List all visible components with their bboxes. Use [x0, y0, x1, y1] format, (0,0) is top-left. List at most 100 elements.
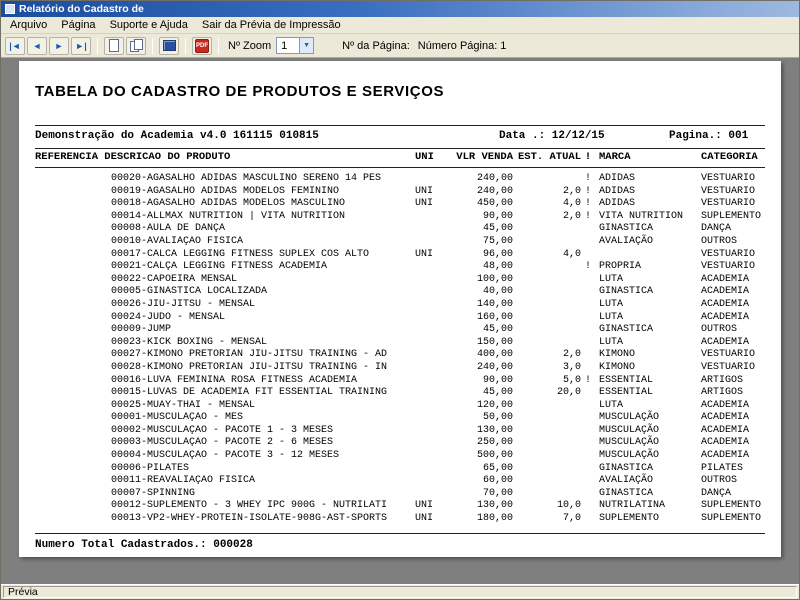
- cell-vlr-venda: 500,00: [476, 450, 513, 462]
- cell-descricao: 00014-ALLMAX NUTRITION | VITA NUTRITION: [111, 210, 346, 222]
- menu-arquivo[interactable]: Arquivo: [3, 18, 54, 32]
- table-row: 00021-CALÇA LEGGING FITNESS ACADEMIA 48,…: [35, 261, 765, 274]
- export-pdf-button[interactable]: PDF: [192, 36, 212, 55]
- cell-est-atual: [513, 324, 581, 337]
- cell-descricao: 00005-GINÁSTICA LOCALIZADA: [111, 286, 268, 298]
- menu-pagina[interactable]: Página: [54, 18, 102, 32]
- cell-est-atual: [513, 261, 581, 274]
- menu-bar: Arquivo Página Suporte e Ajuda Sair da P…: [1, 17, 799, 34]
- next-page-button[interactable]: ►: [49, 36, 69, 55]
- previous-page-button[interactable]: ◄: [27, 36, 47, 55]
- cell-descricao: 00011-REAVALIAÇÃO FISICA: [111, 475, 256, 487]
- cell-flag: [581, 223, 595, 236]
- cell-vlr-venda: 150,00: [476, 336, 513, 348]
- cell-flag: !: [584, 185, 591, 197]
- cell-flag: [581, 362, 595, 375]
- cell-marca: AVALIAÇÃO: [599, 235, 654, 247]
- cell-marca: ESSENTIAL: [599, 374, 654, 386]
- cell-flag: [581, 488, 595, 501]
- cell-descricao: 00022-CAPOEIRA MENSAL: [111, 273, 238, 285]
- last-page-button[interactable]: ►|: [71, 36, 91, 55]
- cell-uni: [415, 362, 449, 375]
- cell-vlr-venda: 250,00: [476, 437, 513, 449]
- chevron-down-icon[interactable]: ▼: [299, 38, 314, 53]
- cell-est-atual: [513, 425, 581, 438]
- print-button[interactable]: [159, 36, 179, 55]
- cell-flag: !: [584, 198, 591, 210]
- pdf-icon: PDF: [195, 38, 209, 53]
- cell-vlr-venda: 100,00: [476, 273, 513, 285]
- cell-categoria: ACADEMIA: [701, 298, 750, 310]
- cell-flag: [581, 274, 595, 287]
- cell-marca: MUSCULAÇÃO: [599, 437, 660, 449]
- divider: [35, 532, 765, 534]
- cell-marca: GINASTICA: [599, 286, 654, 298]
- cell-est-atual: [513, 437, 581, 450]
- cell-flag: [581, 236, 595, 249]
- column-header-flag: !: [584, 151, 592, 163]
- cell-est-atual: [513, 463, 581, 476]
- cell-categoria: ACADEMIA: [701, 286, 750, 298]
- single-page-view-button[interactable]: [104, 36, 124, 55]
- cell-descricao: 00025-MUAY-THAI - MENSAL: [111, 399, 256, 411]
- cell-uni: UNI: [415, 500, 434, 512]
- cell-categoria: VESTUARIO: [701, 173, 756, 184]
- cell-est-atual: [513, 286, 581, 299]
- table-row: 00028-KIMONO PRETORIAN JIU-JÍTSU TRAININ…: [35, 362, 765, 375]
- table-row: 00027-KIMONO PRETORIAN JIU-JÍTSU TRAININ…: [35, 349, 765, 362]
- cell-uni: [415, 236, 449, 249]
- menu-sair-da-previa[interactable]: Sair da Prévia de Impressão: [195, 18, 348, 32]
- cell-descricao: 00016-LUVA FEMININA ROSA FITNESS ACADEMI…: [111, 374, 358, 386]
- cell-descricao: 00028-KIMONO PRETORIAN JIU-JÍTSU TRAININ…: [111, 361, 388, 373]
- cell-uni: UNI: [415, 248, 434, 260]
- first-page-button[interactable]: |◄: [5, 36, 25, 55]
- cell-flag: [581, 500, 595, 513]
- table-row: 00020-AGASALHO ADIDAS MASCULINO SERENO 1…: [35, 173, 765, 186]
- toolbar: |◄ ◄ ► ►| PDF Nº Zoom 1 ▼ Nº da Página: …: [1, 34, 799, 58]
- cell-est-atual: [513, 337, 581, 350]
- report-page-number: Pagina.: 001: [669, 130, 749, 142]
- zoom-select[interactable]: 1 ▼: [276, 37, 315, 54]
- cell-uni: [415, 412, 449, 425]
- divider: [35, 125, 765, 126]
- table-row: 00008-AULA DE DANÇA 45,00 GINASTICA DANÇ…: [35, 223, 765, 236]
- status-bar: Prévia: [1, 584, 799, 599]
- cell-est-atual: [513, 312, 581, 325]
- cell-marca: PROPRIA: [599, 261, 642, 273]
- cell-est-atual: 2,0: [562, 349, 581, 361]
- cell-flag: [581, 312, 595, 325]
- cell-descricao: 00013-VP2-WHEY-PROTEIN-ISOLATE-908G-AST-…: [111, 513, 388, 525]
- menu-suporte-e-ajuda[interactable]: Suporte e Ajuda: [103, 18, 195, 32]
- cell-vlr-venda: 400,00: [476, 349, 513, 361]
- cell-descricao: 00004-MUSCULAÇÃO - PACOTE 3 - 12 MESES: [111, 450, 340, 462]
- cell-vlr-venda: 90,00: [482, 210, 513, 222]
- table-row: 00014-ALLMAX NUTRITION | VITA NUTRITION …: [35, 211, 765, 224]
- cell-vlr-venda: 140,00: [476, 298, 513, 310]
- cell-categoria: ACADEMIA: [701, 437, 750, 449]
- cell-est-atual: 3,0: [562, 361, 581, 373]
- cell-flag: [581, 450, 595, 463]
- cell-uni: [415, 425, 449, 438]
- cell-est-atual: [513, 475, 581, 488]
- cell-marca: LUTA: [599, 336, 624, 348]
- cell-uni: [415, 400, 449, 413]
- report-app-line: Demonstração do Academia v4.0 161115 010…: [35, 130, 319, 142]
- cell-marca: ESSENTIAL: [599, 387, 654, 399]
- cell-marca: AVALIAÇÃO: [599, 475, 654, 487]
- cell-uni: [415, 274, 449, 287]
- cell-descricao: 00021-CALÇA LEGGING FITNESS ACADEMIA: [111, 261, 328, 273]
- multi-page-view-button[interactable]: [126, 36, 146, 55]
- toolbar-separator: [218, 37, 219, 54]
- next-page-icon: ►: [54, 40, 64, 51]
- pages-icon: [129, 39, 143, 52]
- cell-categoria: OUTROS: [701, 324, 738, 336]
- status-text: Prévia: [3, 586, 797, 598]
- cell-uni: UNI: [415, 198, 434, 210]
- page-icon: [109, 39, 119, 52]
- cell-marca: LUTA: [599, 311, 624, 323]
- cell-flag: [581, 286, 595, 299]
- last-page-icon: ►|: [75, 40, 87, 51]
- cell-categoria: ACADEMIA: [701, 273, 750, 285]
- cell-est-atual: 4,0: [562, 198, 581, 210]
- cell-categoria: ARTIGOS: [701, 374, 744, 386]
